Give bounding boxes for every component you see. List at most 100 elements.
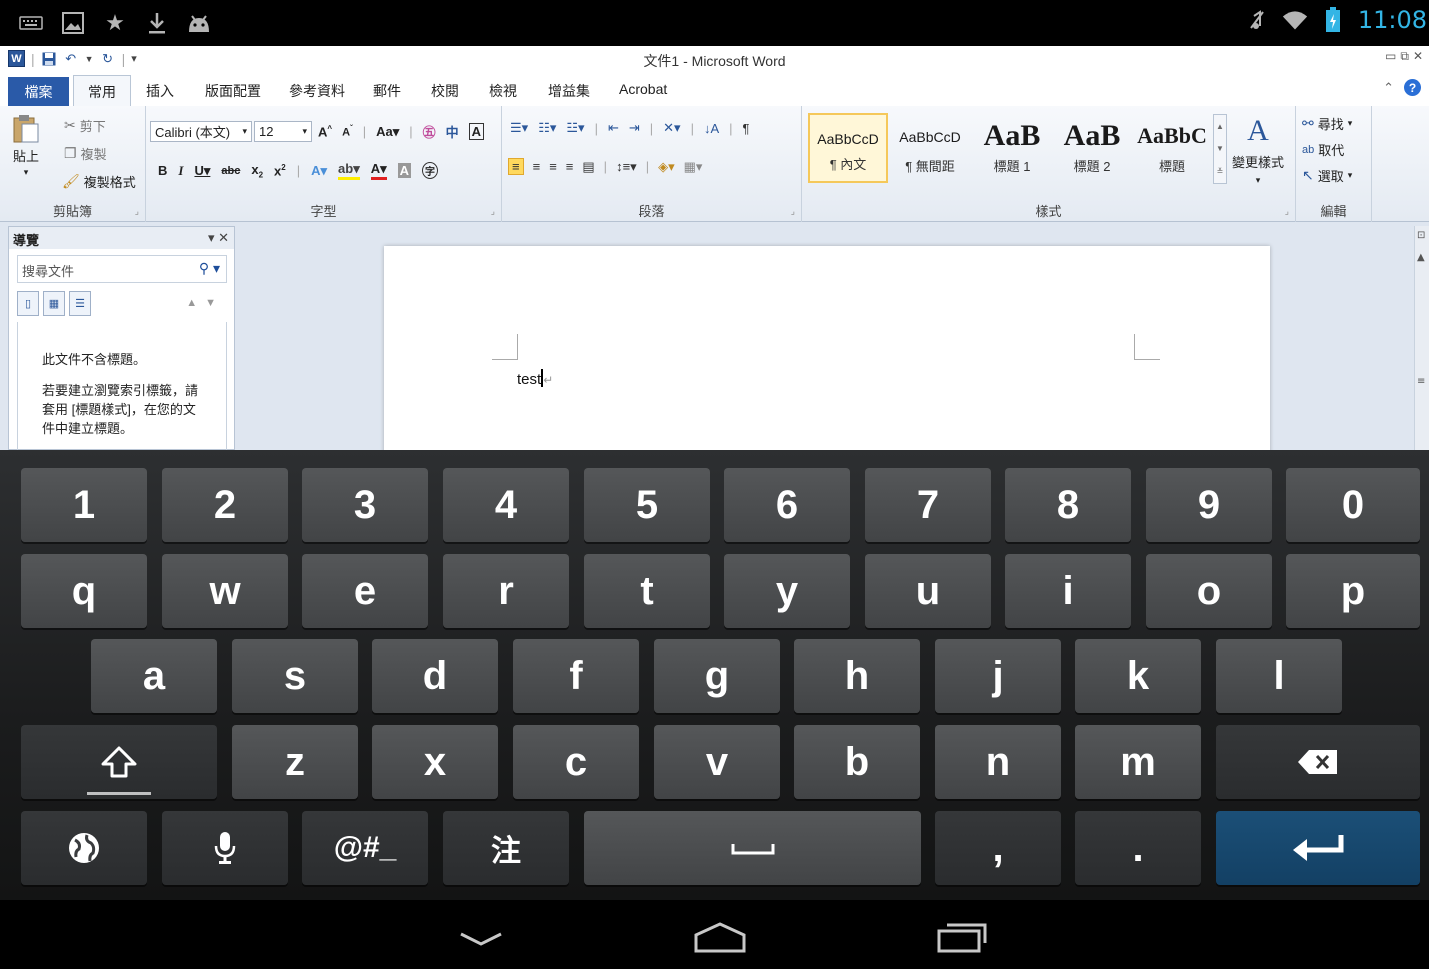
key-2[interactable]: 2 xyxy=(162,468,288,542)
tab-mailings[interactable]: 郵件 xyxy=(373,81,401,101)
minimize-icon[interactable]: ▭ xyxy=(1385,49,1396,64)
tab-references[interactable]: 參考資料 xyxy=(289,81,345,101)
distributed-icon[interactable]: ▤ xyxy=(582,159,594,175)
minimize-ribbon-icon[interactable]: ⌃ xyxy=(1383,80,1394,96)
key-i[interactable]: i xyxy=(1005,554,1131,628)
bold-icon[interactable]: B xyxy=(158,163,167,178)
key-u[interactable]: u xyxy=(865,554,991,628)
increase-indent-icon[interactable]: ⇥ xyxy=(629,120,640,136)
key-z[interactable]: z xyxy=(232,725,358,799)
key-o[interactable]: o xyxy=(1146,554,1272,628)
tab-file[interactable]: 檔案 xyxy=(8,77,69,106)
back-button[interactable] xyxy=(451,918,511,958)
pages-view-icon[interactable]: ▦ xyxy=(43,291,65,316)
key-n[interactable]: n xyxy=(935,725,1061,799)
tab-home[interactable]: 常用 xyxy=(73,75,131,107)
subscript-icon[interactable]: x2 xyxy=(251,162,263,180)
dialog-launcher-icon[interactable]: ⌟ xyxy=(491,206,495,217)
restore-icon[interactable]: ⧉ xyxy=(1400,49,1409,64)
ruler-toggle-icon[interactable]: ⊡ xyxy=(1417,230,1425,241)
format-painter-button[interactable]: 🖌 複製格式 xyxy=(62,172,136,191)
key-e[interactable]: e xyxy=(302,554,428,628)
dialog-launcher-icon[interactable]: ⌟ xyxy=(135,206,139,217)
key-q[interactable]: q xyxy=(21,554,147,628)
align-right-icon[interactable]: ≡ xyxy=(549,159,557,174)
highlight-icon[interactable]: ab▾ xyxy=(338,161,360,180)
style-normal[interactable]: AaBbCcD ¶ 內文 xyxy=(808,113,888,183)
tab-insert[interactable]: 插入 xyxy=(146,81,174,101)
enter-key[interactable] xyxy=(1216,811,1420,885)
close-icon[interactable]: ✕ xyxy=(218,230,229,245)
change-styles-button[interactable]: A 變更樣式 ▾ xyxy=(1232,114,1284,186)
key-d[interactable]: d xyxy=(372,639,498,713)
align-center-icon[interactable]: ≡ xyxy=(533,159,541,174)
phonetic-guide-icon[interactable]: ㊄ xyxy=(423,122,436,141)
key-p[interactable]: p xyxy=(1286,554,1420,628)
voice-input-key[interactable] xyxy=(162,811,288,885)
asian-layout-icon[interactable]: ✕▾ xyxy=(663,120,680,136)
italic-icon[interactable]: I xyxy=(178,163,183,179)
key-v[interactable]: v xyxy=(654,725,780,799)
scroll-down-icon[interactable]: ▼ xyxy=(1216,144,1224,153)
key-f[interactable]: f xyxy=(513,639,639,713)
show-marks-icon[interactable]: ¶ xyxy=(743,121,750,136)
char-border-icon[interactable]: A xyxy=(468,123,485,140)
key-x[interactable]: x xyxy=(372,725,498,799)
borders-icon[interactable]: ▦▾ xyxy=(684,159,703,175)
search-icon[interactable]: ⚲ ▾ xyxy=(199,260,220,277)
key-w[interactable]: w xyxy=(162,554,288,628)
chevron-down-icon[interactable]: ▾ xyxy=(208,230,215,245)
key-y[interactable]: y xyxy=(724,554,850,628)
text-effects-icon[interactable]: A▾ xyxy=(311,163,327,179)
document-page[interactable]: test ↵ xyxy=(384,246,1270,450)
key-r[interactable]: r xyxy=(443,554,569,628)
bullets-icon[interactable]: ☰▾ xyxy=(510,120,528,136)
style-title[interactable]: AaBbC 標題 xyxy=(1132,113,1212,183)
style-heading-2[interactable]: AaB 標題 2 xyxy=(1052,113,1132,183)
styles-scroller[interactable]: ▲ ▼ ≚ xyxy=(1213,114,1227,184)
key-s[interactable]: s xyxy=(232,639,358,713)
change-case-icon[interactable]: Aa▾ xyxy=(376,124,399,140)
tab-review[interactable]: 校閱 xyxy=(431,81,459,101)
results-view-icon[interactable]: ☰ xyxy=(69,291,91,316)
key-k[interactable]: k xyxy=(1075,639,1201,713)
close-icon[interactable]: ✕ xyxy=(1413,49,1423,64)
search-input[interactable]: 搜尋文件 ⚲ ▾ xyxy=(17,255,227,283)
decrease-indent-icon[interactable]: ⇤ xyxy=(608,120,619,136)
tab-add-ins[interactable]: 增益集 xyxy=(548,81,590,101)
superscript-icon[interactable]: x2 xyxy=(274,163,286,178)
key-g[interactable]: g xyxy=(654,639,780,713)
key-a[interactable]: a xyxy=(91,639,217,713)
paste-dropdown-icon[interactable]: ▾ xyxy=(24,167,29,178)
line-spacing-icon[interactable]: ↕≡▾ xyxy=(616,159,637,175)
backspace-key[interactable] xyxy=(1216,725,1420,799)
enclosed-char-icon[interactable]: 字 xyxy=(422,162,439,179)
tab-acrobat[interactable]: Acrobat xyxy=(619,81,667,97)
tab-view[interactable]: 檢視 xyxy=(489,81,517,101)
copy-button[interactable]: ❐ 複製 xyxy=(64,144,107,163)
key-8[interactable]: 8 xyxy=(1005,468,1131,542)
key-1[interactable]: 1 xyxy=(21,468,147,542)
help-icon[interactable]: ? xyxy=(1404,79,1421,96)
next-icon[interactable]: ▼ xyxy=(205,297,224,309)
select-button[interactable]: ↖ 選取 ▾ xyxy=(1302,166,1352,185)
document-text[interactable]: test ↵ xyxy=(517,369,553,388)
char-shading-icon[interactable]: A xyxy=(397,163,412,178)
font-name-combo[interactable]: Calibri (本文) ▾ xyxy=(150,121,252,142)
vertical-scrollbar[interactable]: ⊡ ▲ ≡ xyxy=(1414,226,1429,450)
tab-page-layout[interactable]: 版面配置 xyxy=(205,81,261,101)
key-b[interactable]: b xyxy=(794,725,920,799)
align-left-icon[interactable]: ≡ xyxy=(508,158,524,175)
find-button[interactable]: ⚯ 尋找 ▾ xyxy=(1302,114,1352,133)
underline-icon[interactable]: U▾ xyxy=(194,163,210,179)
sort-icon[interactable]: ↓A xyxy=(704,121,719,136)
scroll-up-icon[interactable]: ▲ xyxy=(1216,122,1224,131)
dialog-launcher-icon[interactable]: ⌟ xyxy=(1285,206,1289,217)
replace-button[interactable]: ab 取代 xyxy=(1302,140,1344,159)
shift-key[interactable] xyxy=(21,725,217,799)
multilevel-list-icon[interactable]: ☳▾ xyxy=(566,120,584,136)
key-0[interactable]: 0 xyxy=(1286,468,1420,542)
key-c[interactable]: c xyxy=(513,725,639,799)
style-no-spacing[interactable]: AaBbCcD ¶ 無間距 xyxy=(890,113,970,183)
scroll-thumb[interactable]: ≡ xyxy=(1417,376,1425,387)
